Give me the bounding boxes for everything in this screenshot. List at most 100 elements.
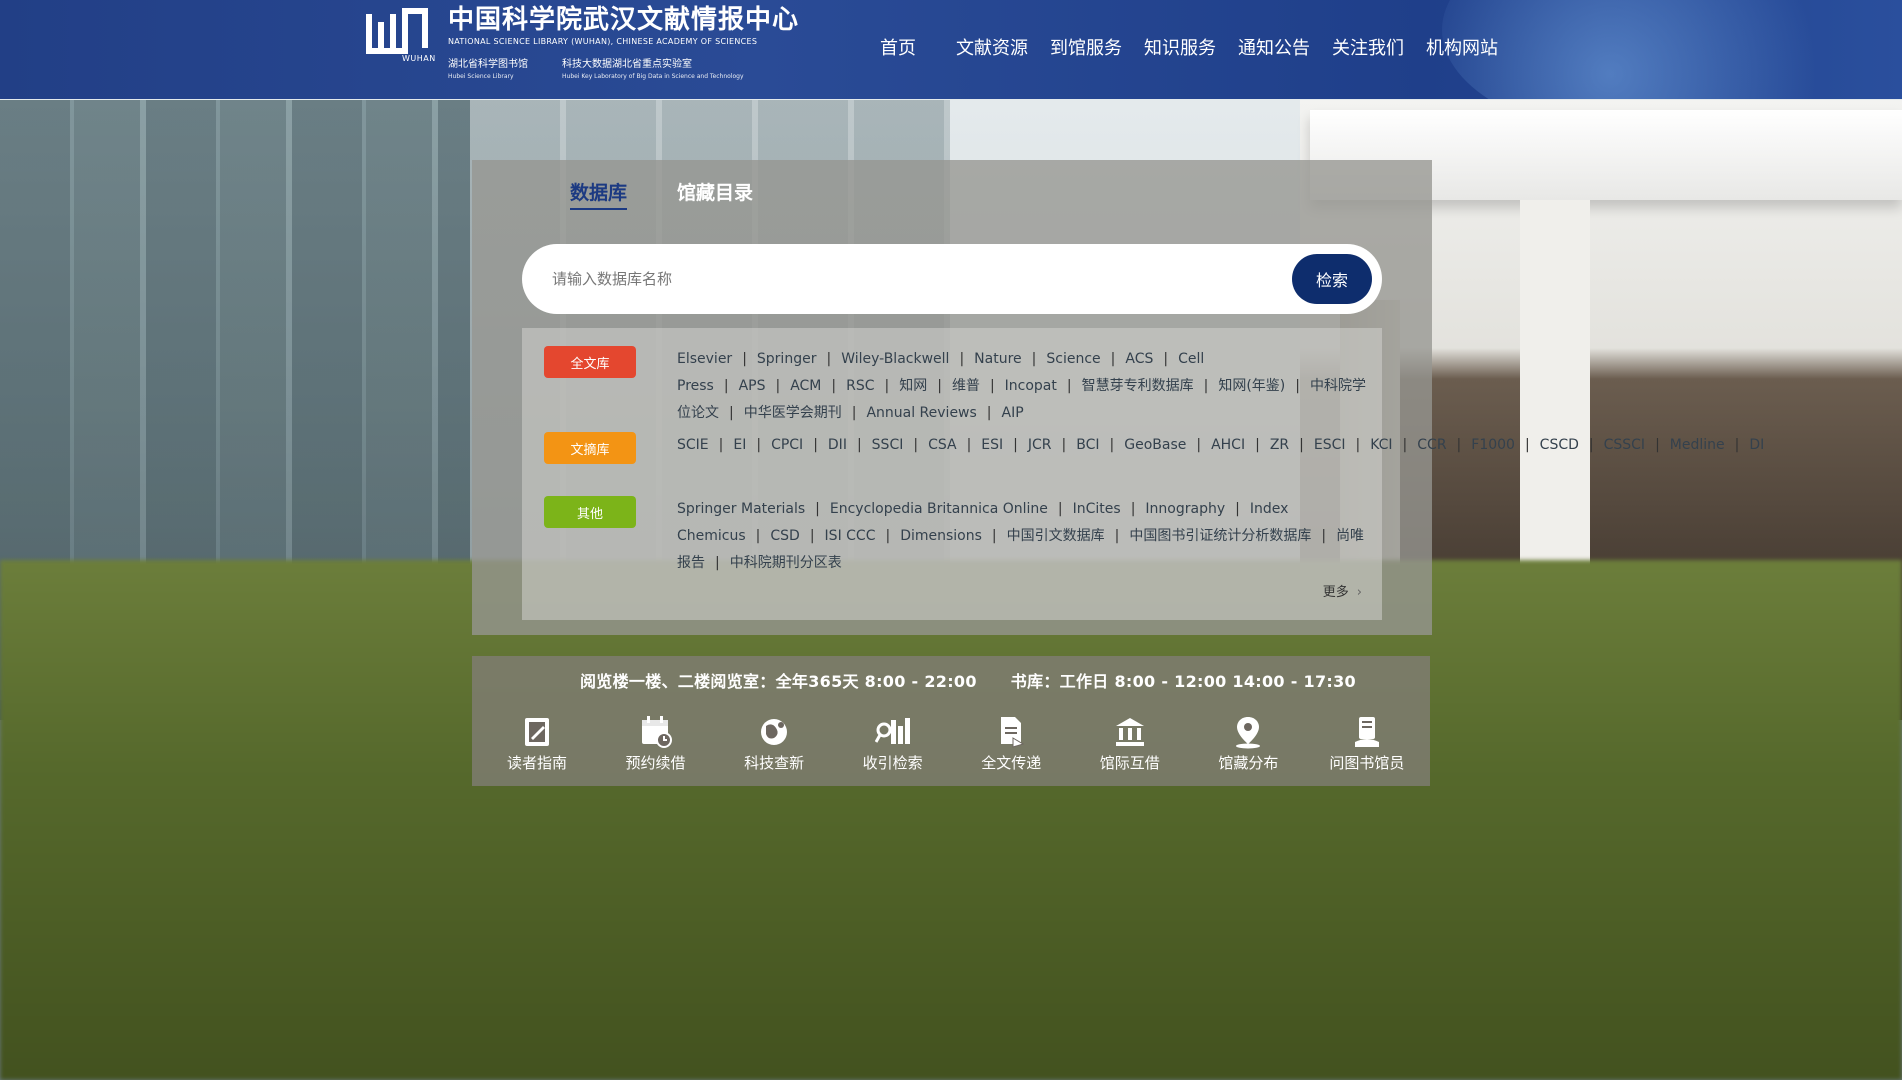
database-link[interactable]: AHCI [1211,437,1245,453]
database-link[interactable]: Dimensions [900,528,982,544]
tab-database[interactable]: 数据库 [570,178,628,210]
link-separator: | [831,378,837,394]
database-link[interactable]: ACS [1125,351,1153,367]
search-input[interactable] [552,264,1252,294]
database-link[interactable]: Elsevier [677,351,732,367]
service-ask-librarian[interactable]: 问图书馆员 [1312,714,1422,773]
link-separator: | [826,351,832,367]
database-link[interactable]: GeoBase [1124,437,1186,453]
logo-sub2-en: Hubei Key Laboratory of Big Data in Scie… [562,73,744,80]
category-other-button[interactable]: 其他 [544,496,636,528]
database-link[interactable]: EI [733,437,746,453]
service-novelty-search[interactable]: 科技查新 [719,714,829,773]
more-link[interactable]: 更多 › [1323,581,1362,600]
database-link[interactable]: 中科院期刊分区表 [730,555,842,571]
link-separator: | [1031,351,1037,367]
database-link[interactable]: KCI [1370,437,1392,453]
database-link[interactable]: BCI [1076,437,1099,453]
logo-sub1-en: Hubei Science Library [448,73,514,80]
database-link[interactable]: 中华医学会期刊 [744,405,842,421]
database-link[interactable]: DI [1749,437,1764,453]
database-link[interactable]: Springer Materials [677,501,805,517]
database-link[interactable]: JCR [1028,437,1052,453]
database-link[interactable]: Wiley-Blackwell [841,351,949,367]
link-separator: | [723,378,729,394]
database-link[interactable]: Science [1046,351,1100,367]
nav-onsite-services[interactable]: 到馆服务 [1050,34,1122,60]
database-link[interactable]: APS [739,378,766,394]
nav-home[interactable]: 首页 [880,34,916,60]
database-link[interactable]: Encyclopedia Britannica Online [830,501,1048,517]
database-link[interactable]: AIP [1002,405,1024,421]
database-link[interactable]: CSSCI [1604,437,1645,453]
database-link[interactable]: CSCD [1540,437,1579,453]
database-link[interactable]: ESCI [1314,437,1346,453]
reading-room-hours: 阅览楼一楼、二楼阅览室：全年365天 8:00 - 22:00 [580,672,977,691]
opening-hours: 阅览楼一楼、二楼阅览室：全年365天 8:00 - 22:00 书库：工作日 8:… [580,668,1356,692]
database-link[interactable]: Annual Reviews [866,405,976,421]
nav-notices[interactable]: 通知公告 [1238,34,1310,60]
database-link[interactable]: RSC [846,378,874,394]
link-separator: | [775,378,781,394]
database-link[interactable]: ACM [790,378,821,394]
search-tabs: 数据库 馆藏目录 [570,178,753,210]
service-citation-search[interactable]: 收引检索 [838,714,948,773]
database-link[interactable]: Springer [757,351,817,367]
link-separator: | [986,405,992,421]
database-link[interactable]: 维普 [952,378,980,394]
nav-follow-us[interactable]: 关注我们 [1332,34,1404,60]
link-separator: | [1655,437,1660,453]
search-button[interactable]: 检索 [1292,254,1372,304]
database-link[interactable]: SSCI [872,437,904,453]
service-renew[interactable]: 预约续借 [601,714,711,773]
document-icon [1001,717,1025,748]
link-separator: | [1066,378,1072,394]
link-separator: | [1524,437,1530,453]
link-separator: | [1299,437,1304,453]
link-separator: | [1114,528,1120,544]
database-link[interactable]: CSD [770,528,799,544]
database-link[interactable]: 知网 [899,378,927,394]
category-fulltext-button[interactable]: 全文库 [544,346,636,378]
service-reader-guide[interactable]: 读者指南 [482,714,592,773]
service-collection-map[interactable]: 馆藏分布 [1193,714,1303,773]
link-separator: | [1061,437,1067,453]
database-link[interactable]: 知网(年鉴) [1218,378,1285,394]
link-separator: | [959,351,965,367]
nav-knowledge-services[interactable]: 知识服务 [1144,34,1216,60]
database-link[interactable]: ZR [1270,437,1289,453]
link-separator: | [937,378,942,394]
database-link[interactable]: CSA [928,437,957,453]
logo-title-en: NATIONAL SCIENCE LIBRARY (WUHAN), CHINES… [448,37,758,46]
nav-resources[interactable]: 文献资源 [956,34,1028,60]
database-link[interactable]: CCR [1417,437,1446,453]
database-link[interactable]: SCIE [677,437,709,453]
database-link[interactable]: 中国引文数据库 [1007,528,1105,544]
service-interlibrary-loan[interactable]: 馆际互借 [1075,714,1185,773]
database-link[interactable]: F1000 [1471,437,1515,453]
database-link[interactable]: 智慧芽专利数据库 [1082,378,1194,394]
database-link[interactable]: Nature [974,351,1021,367]
database-link[interactable]: ISI CCC [825,528,876,544]
link-separator: | [1196,437,1202,453]
database-link[interactable]: Innography [1145,501,1225,517]
other-db-links: Springer Materials | Encyclopedia Britanni… [677,496,1367,577]
link-separator: | [718,437,724,453]
database-link[interactable]: InCites [1073,501,1121,517]
link-separator: | [1321,528,1327,544]
database-link[interactable]: Medline [1670,437,1725,453]
service-document-delivery[interactable]: 全文传递 [956,714,1066,773]
database-link[interactable]: 中国图书引证统计分析数据库 [1129,528,1311,544]
database-link[interactable]: Incopat [1005,378,1057,394]
site-logo[interactable]: WUHAN 中国科学院武汉文献情报中心 NATIONAL SCIENCE LIB… [366,4,799,80]
nav-institution-site[interactable]: 机构网站 [1426,34,1498,60]
tab-catalog[interactable]: 馆藏目录 [677,178,753,210]
globe-icon [761,719,788,745]
database-link[interactable]: CPCI [771,437,803,453]
location-icon [1236,717,1261,749]
database-link[interactable]: ESI [981,437,1003,453]
database-link[interactable]: DII [828,437,847,453]
link-separator: | [1355,437,1361,453]
link-separator: | [1203,378,1209,394]
category-abstract-button[interactable]: 文摘库 [544,432,636,464]
